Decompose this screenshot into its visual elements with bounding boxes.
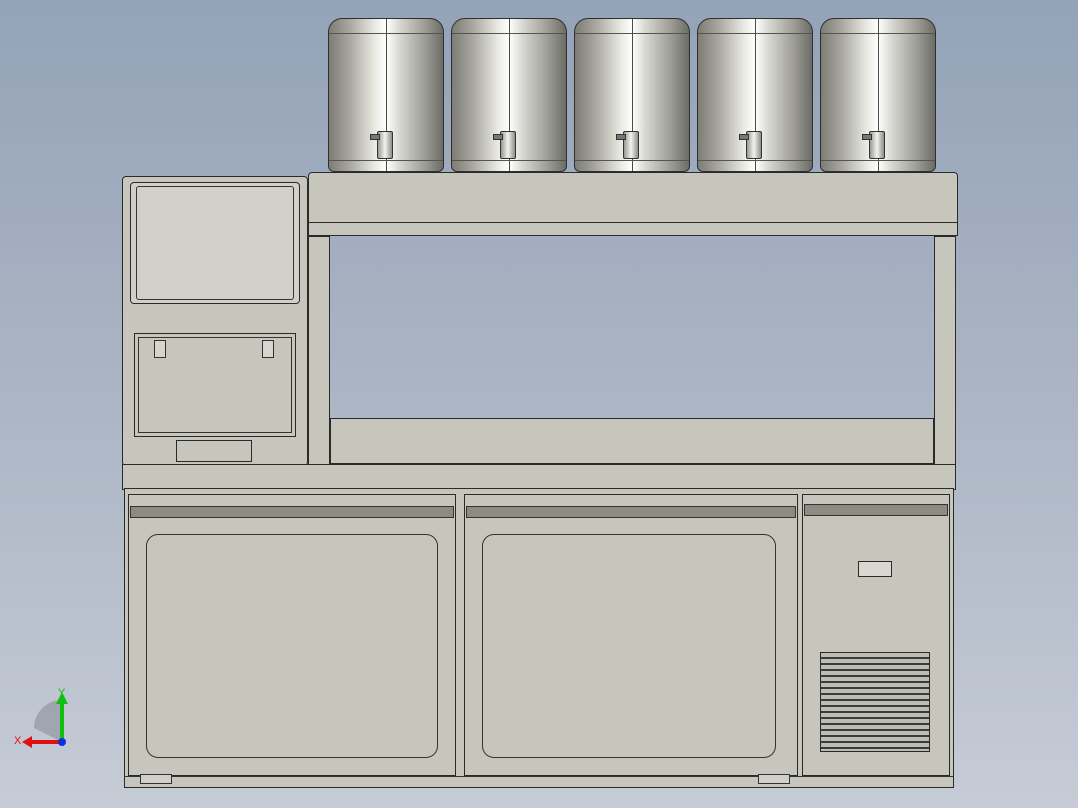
control-display — [858, 561, 892, 577]
dispenser-canister — [574, 18, 690, 172]
axis-y-label: Y — [58, 687, 66, 699]
dispenser-canister — [328, 18, 444, 172]
left-post — [308, 236, 330, 466]
tap-icon — [616, 131, 639, 159]
tap-icon — [370, 131, 393, 159]
door-panel-inset — [482, 534, 776, 758]
dispenser-canister — [820, 18, 936, 172]
drip-tray — [176, 440, 252, 462]
latch-icon — [154, 340, 166, 358]
door-panel-inset — [146, 534, 438, 758]
latch-icon — [262, 340, 274, 358]
vent-grille-icon — [820, 652, 930, 752]
shelf-lip — [308, 222, 958, 236]
door-handle-bar[interactable] — [466, 506, 796, 518]
counter-top — [122, 464, 956, 490]
door-handle-bar[interactable] — [130, 506, 454, 518]
foot-icon — [140, 774, 172, 784]
right-post — [934, 236, 956, 466]
axis-x-label: X — [14, 735, 22, 747]
tap-icon — [862, 131, 885, 159]
upper-shelf — [308, 172, 958, 224]
compressor-top-bar — [804, 504, 948, 516]
kick-plate — [124, 776, 954, 788]
dispenser-canister — [451, 18, 567, 172]
axis-triad-icon: Y X — [14, 687, 68, 748]
foot-icon — [758, 774, 790, 784]
dispenser-canister — [697, 18, 813, 172]
tap-icon — [739, 131, 762, 159]
tap-icon — [493, 131, 516, 159]
back-rail — [330, 418, 934, 464]
display-inner-frame — [136, 186, 294, 300]
